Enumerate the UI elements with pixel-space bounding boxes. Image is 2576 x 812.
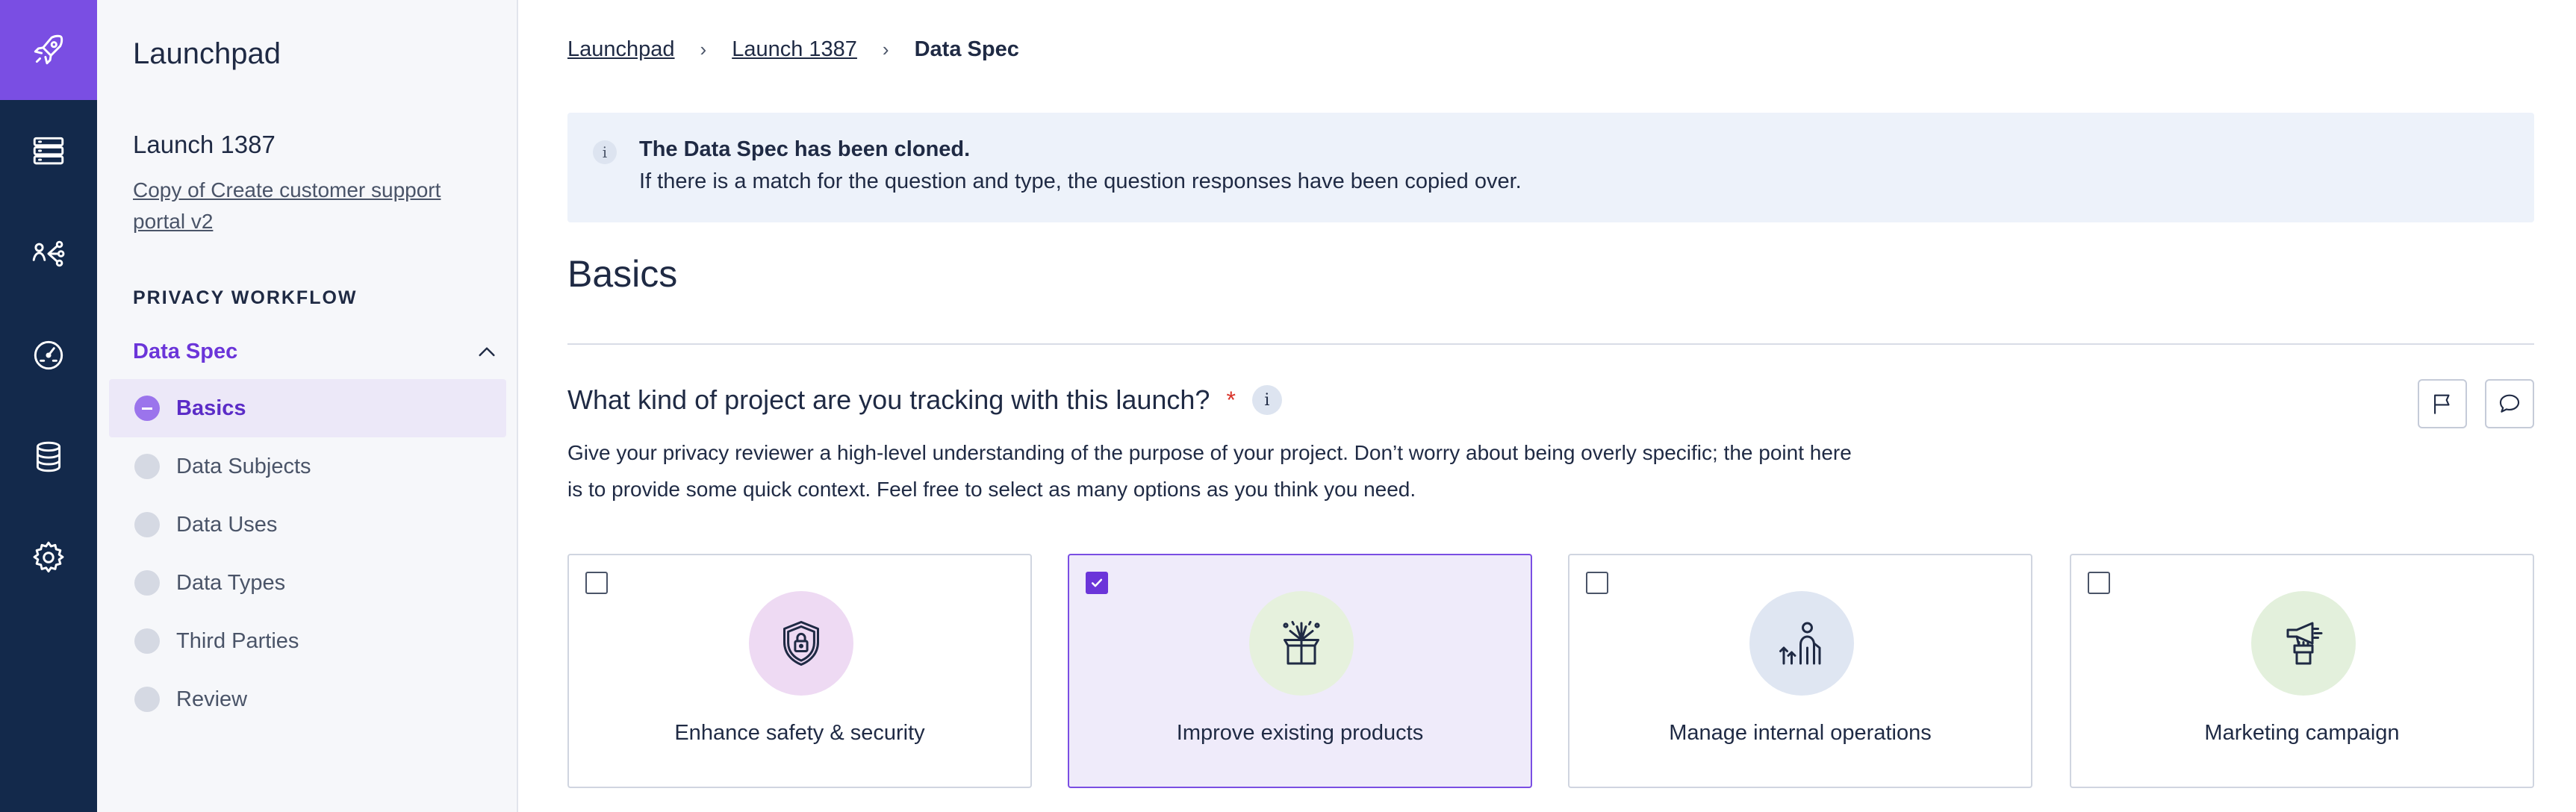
step-label: Third Parties	[176, 628, 299, 653]
comment-button[interactable]	[2485, 379, 2534, 428]
step-label: Data Uses	[176, 512, 278, 537]
breadcrumb-separator: ›	[700, 38, 707, 60]
breadcrumb-launch[interactable]: Launch 1387	[732, 37, 857, 62]
info-icon: i	[593, 140, 617, 164]
option-label: Enhance safety & security	[674, 721, 925, 745]
option-checkbox[interactable]	[585, 572, 608, 594]
megaphone-hand-icon	[2251, 591, 2356, 696]
breadcrumb-separator: ›	[882, 38, 889, 60]
question-text: What kind of project are you tracking wi…	[567, 384, 1210, 415]
step-data-uses[interactable]: Data Uses	[109, 496, 506, 554]
step-status-icon	[134, 628, 160, 654]
breadcrumb: Launchpad › Launch 1387 › Data Spec	[567, 37, 1019, 62]
step-basics[interactable]: Basics	[109, 379, 506, 437]
question-description: Give your privacy reviewer a high-level …	[567, 441, 1852, 501]
rocket-icon[interactable]	[0, 0, 97, 100]
option-label: Improve existing products	[1176, 721, 1424, 745]
option-label: Manage internal operations	[1669, 721, 1932, 745]
workflow-section-label: PRIVACY WORKFLOW	[133, 287, 358, 308]
question-heading: What kind of project are you tracking wi…	[567, 384, 1282, 416]
app-title: Launchpad	[133, 37, 281, 70]
step-label: Basics	[176, 396, 246, 420]
database-icon[interactable]	[0, 419, 97, 494]
option-card-improve-products[interactable]: Improve existing products	[1068, 554, 1532, 788]
clone-info-banner: i The Data Spec has been cloned. If ther…	[567, 113, 2534, 222]
main-content: Launchpad › Launch 1387 › Data Spec i Th…	[518, 0, 2576, 812]
shield-lock-icon	[749, 591, 853, 696]
option-card-internal-operations[interactable]: Manage internal operations	[1568, 554, 2032, 788]
data-spec-group-label: Data Spec	[133, 340, 238, 363]
banner-title: The Data Spec has been cloned.	[639, 137, 971, 161]
step-status-icon	[134, 454, 160, 479]
launch-project-link[interactable]: Copy of Create customer support portal v…	[133, 175, 484, 237]
info-icon[interactable]: i	[1251, 385, 1282, 415]
divider	[567, 343, 2534, 345]
data-flow-icon[interactable]	[0, 216, 97, 291]
breadcrumb-launchpad[interactable]: Launchpad	[567, 37, 675, 62]
option-checkbox[interactable]	[1586, 572, 1608, 594]
step-status-icon	[134, 687, 160, 712]
step-status-icon	[134, 512, 160, 537]
step-in-progress-icon	[134, 396, 160, 421]
chevron-up-icon	[479, 346, 495, 356]
servers-icon[interactable]	[0, 113, 97, 188]
app-rail	[0, 0, 97, 812]
banner-text: If there is a match for the question and…	[639, 169, 1522, 193]
project-type-options: Enhance safety & security Improve existi…	[567, 554, 2534, 788]
step-status-icon	[134, 570, 160, 596]
gift-box-burst-icon	[1249, 591, 1354, 696]
option-checkbox[interactable]	[2088, 572, 2110, 594]
required-marker: *	[1226, 386, 1236, 413]
gear-icon[interactable]	[0, 520, 97, 595]
checkmark-icon	[1091, 578, 1103, 587]
step-label: Data Types	[176, 570, 286, 595]
step-review[interactable]: Review	[109, 670, 506, 728]
section-title: Basics	[567, 253, 678, 295]
step-third-parties[interactable]: Third Parties	[109, 612, 506, 670]
option-label: Marketing campaign	[2204, 721, 2400, 745]
option-card-marketing-campaign[interactable]: Marketing campaign	[2070, 554, 2534, 788]
data-spec-group-toggle[interactable]: Data Spec	[133, 340, 499, 364]
launch-title: Launch 1387	[133, 131, 276, 158]
workflow-sidebar: Launchpad Launch 1387 Copy of Create cus…	[97, 0, 518, 812]
step-label: Data Subjects	[176, 454, 311, 478]
option-checkbox-checked[interactable]	[1086, 572, 1108, 594]
flag-button[interactable]	[2418, 379, 2467, 428]
breadcrumb-current: Data Spec	[914, 37, 1019, 61]
step-data-subjects[interactable]: Data Subjects	[109, 437, 506, 496]
step-label: Review	[176, 687, 248, 711]
option-card-safety-security[interactable]: Enhance safety & security	[567, 554, 1032, 788]
people-growth-icon	[1749, 591, 1854, 696]
dashboard-gauge-icon[interactable]	[0, 318, 97, 393]
flag-icon	[2434, 394, 2450, 414]
workflow-steps: Basics Data Subjects Data Uses Data Type…	[109, 379, 506, 728]
step-data-types[interactable]: Data Types	[109, 554, 506, 612]
comment-icon	[2499, 394, 2520, 413]
